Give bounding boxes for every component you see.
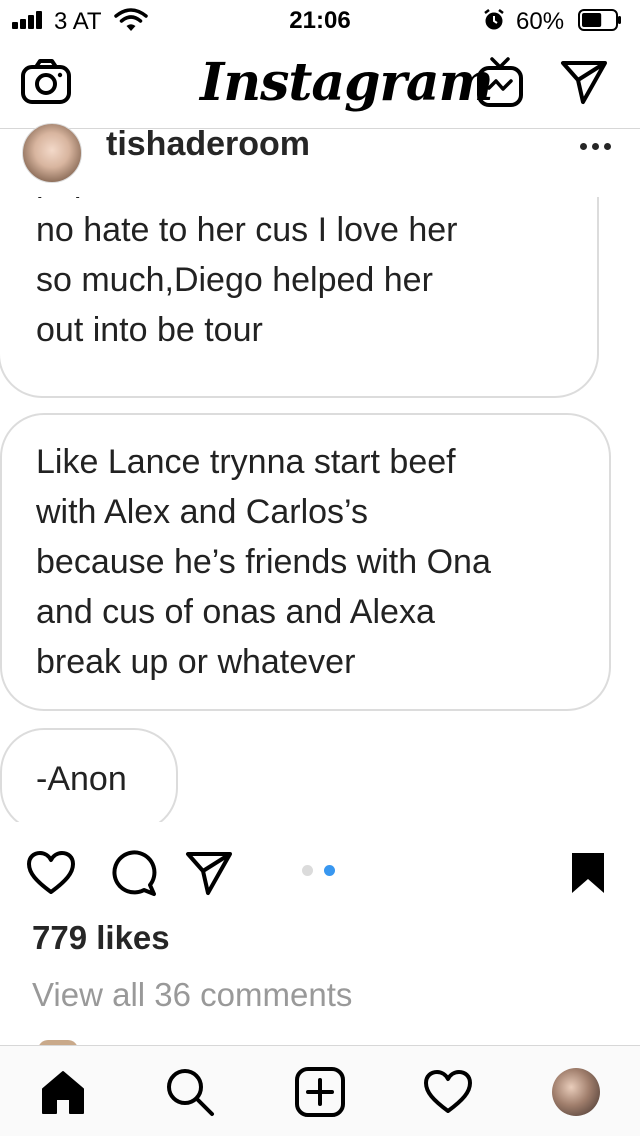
alarm-icon xyxy=(482,8,506,32)
profile-avatar-image xyxy=(552,1068,600,1116)
post-actions xyxy=(0,822,640,918)
profile-avatar[interactable] xyxy=(548,1064,604,1120)
post-image[interactable]: popular like Desiree,like I said no hate… xyxy=(0,197,640,822)
message-bubble: -Anon xyxy=(0,728,178,822)
status-bar: 3 AT 21:06 60% xyxy=(0,0,640,40)
igtv-icon[interactable] xyxy=(474,56,526,108)
camera-icon[interactable] xyxy=(20,56,72,108)
message-text: -Anon xyxy=(36,760,127,798)
carousel-dot-active xyxy=(324,865,335,876)
message-bubble: popular like Desiree,like I said no hate… xyxy=(0,197,599,398)
likes-count[interactable]: 779 likes xyxy=(32,919,170,957)
home-icon[interactable] xyxy=(35,1064,91,1120)
avatar[interactable] xyxy=(22,123,82,183)
bottom-tab-bar xyxy=(0,1045,640,1136)
post-username[interactable]: tishaderoom xyxy=(106,125,310,164)
comment-icon[interactable] xyxy=(106,846,160,900)
message-bubble: Like Lance trynna start beef with Alex a… xyxy=(0,413,611,711)
add-post-icon[interactable] xyxy=(292,1064,348,1120)
message-text: popular like Desiree,like I said no hate… xyxy=(36,197,488,349)
heart-icon[interactable] xyxy=(24,846,78,900)
instagram-logo: Instagram xyxy=(200,52,494,113)
message-text: Like Lance trynna start beef with Alex a… xyxy=(36,443,491,681)
instagram-feed-screen: 3 AT 21:06 60% Instagram no hate to her … xyxy=(0,0,640,1136)
carousel-dot xyxy=(302,865,313,876)
battery-percent: 60% xyxy=(516,8,565,35)
carousel-indicator xyxy=(302,865,342,879)
share-icon[interactable] xyxy=(182,846,236,900)
top-nav-bar: Instagram xyxy=(0,40,640,129)
more-dots-icon[interactable] xyxy=(578,131,614,161)
battery-icon xyxy=(578,9,622,31)
bookmark-icon[interactable] xyxy=(561,846,615,900)
post-header: tishaderoom xyxy=(0,123,640,197)
activity-heart-icon[interactable] xyxy=(420,1064,476,1120)
view-comments-link[interactable]: View all 36 comments xyxy=(32,976,352,1014)
direct-send-icon[interactable] xyxy=(558,56,610,108)
search-icon[interactable] xyxy=(162,1064,218,1120)
